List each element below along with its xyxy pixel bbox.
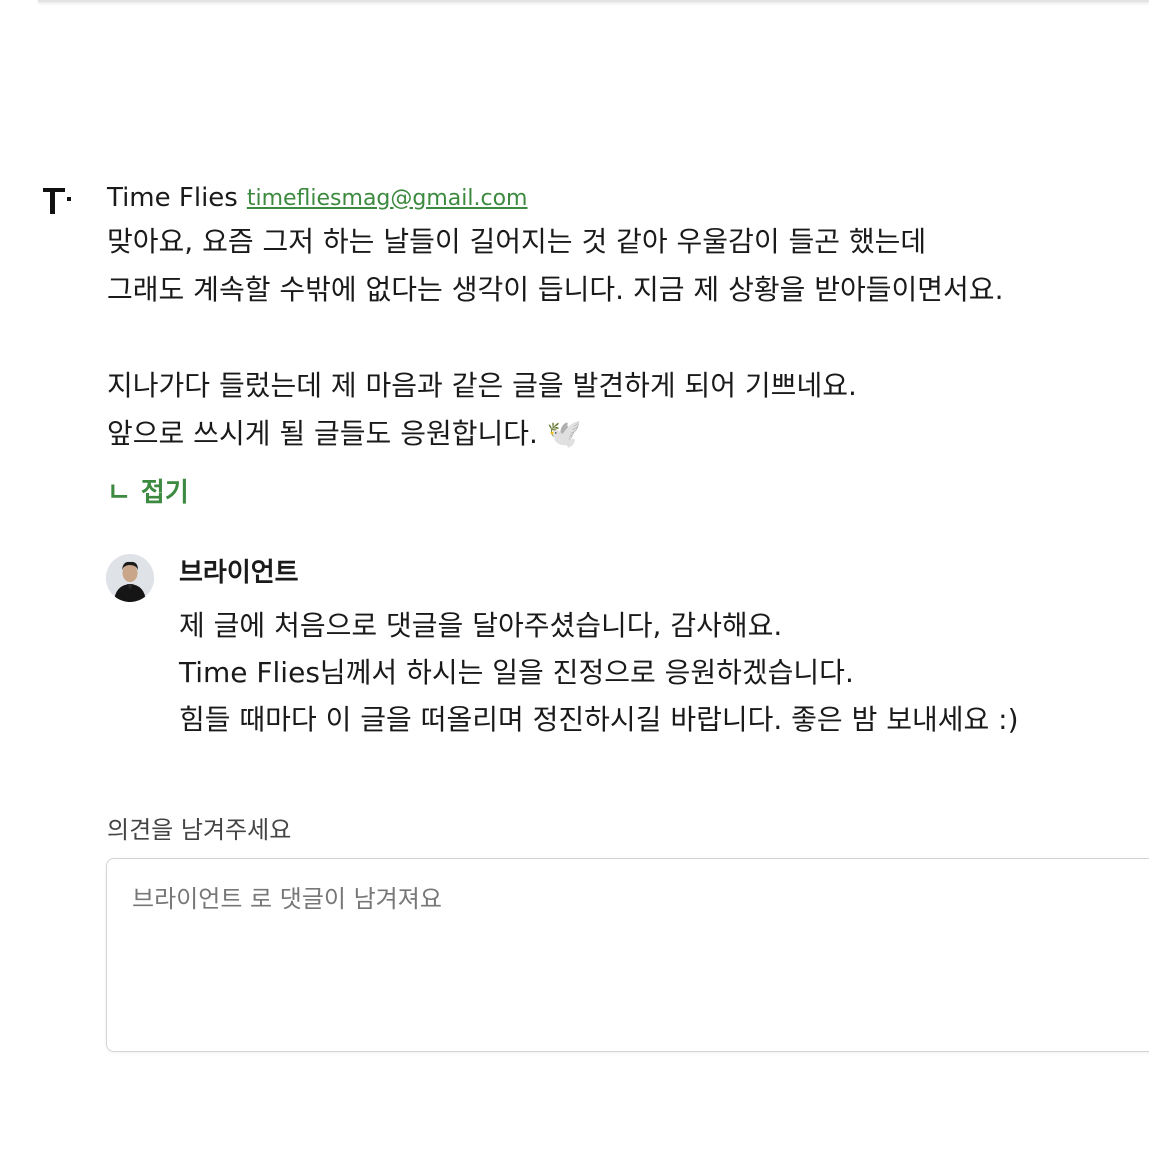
comment-body: Time Flies timefliesmag@gmail.com 맞아요, 요…: [107, 178, 1149, 510]
fold-label: 접기: [140, 477, 189, 508]
reply-author-name: 브라이언트: [179, 558, 299, 588]
fold-button[interactable]: ㄴ 접기: [107, 470, 1149, 510]
comment-input[interactable]: [107, 859, 1149, 1051]
comment-author-name: Time Flies: [107, 183, 238, 213]
comment-text: 맞아요, 요즘 그저 하는 날들이 길어지는 것 같아 우울감이 들곤 했는데 …: [107, 225, 1004, 450]
avatar: [106, 554, 154, 602]
comment-form-label: 의견을 남겨주세요: [107, 816, 292, 844]
comment-author-line: Time Flies timefliesmag@gmail.com: [107, 178, 1149, 218]
reply-corner-icon: ㄴ: [107, 477, 131, 508]
reply-body: 브라이언트 제 글에 처음으로 댓글을 달아주셨습니다, 감사해요. Time …: [179, 552, 1149, 743]
comment-author-email-link[interactable]: timefliesmag@gmail.com: [247, 186, 528, 211]
top-divider: [38, 0, 1149, 2]
comment-input-wrapper: [106, 858, 1149, 1052]
reply-text: 제 글에 처음으로 댓글을 달아주셨습니다, 감사해요. Time Flies님…: [179, 609, 1019, 736]
time-flies-logo-icon: [42, 186, 78, 216]
